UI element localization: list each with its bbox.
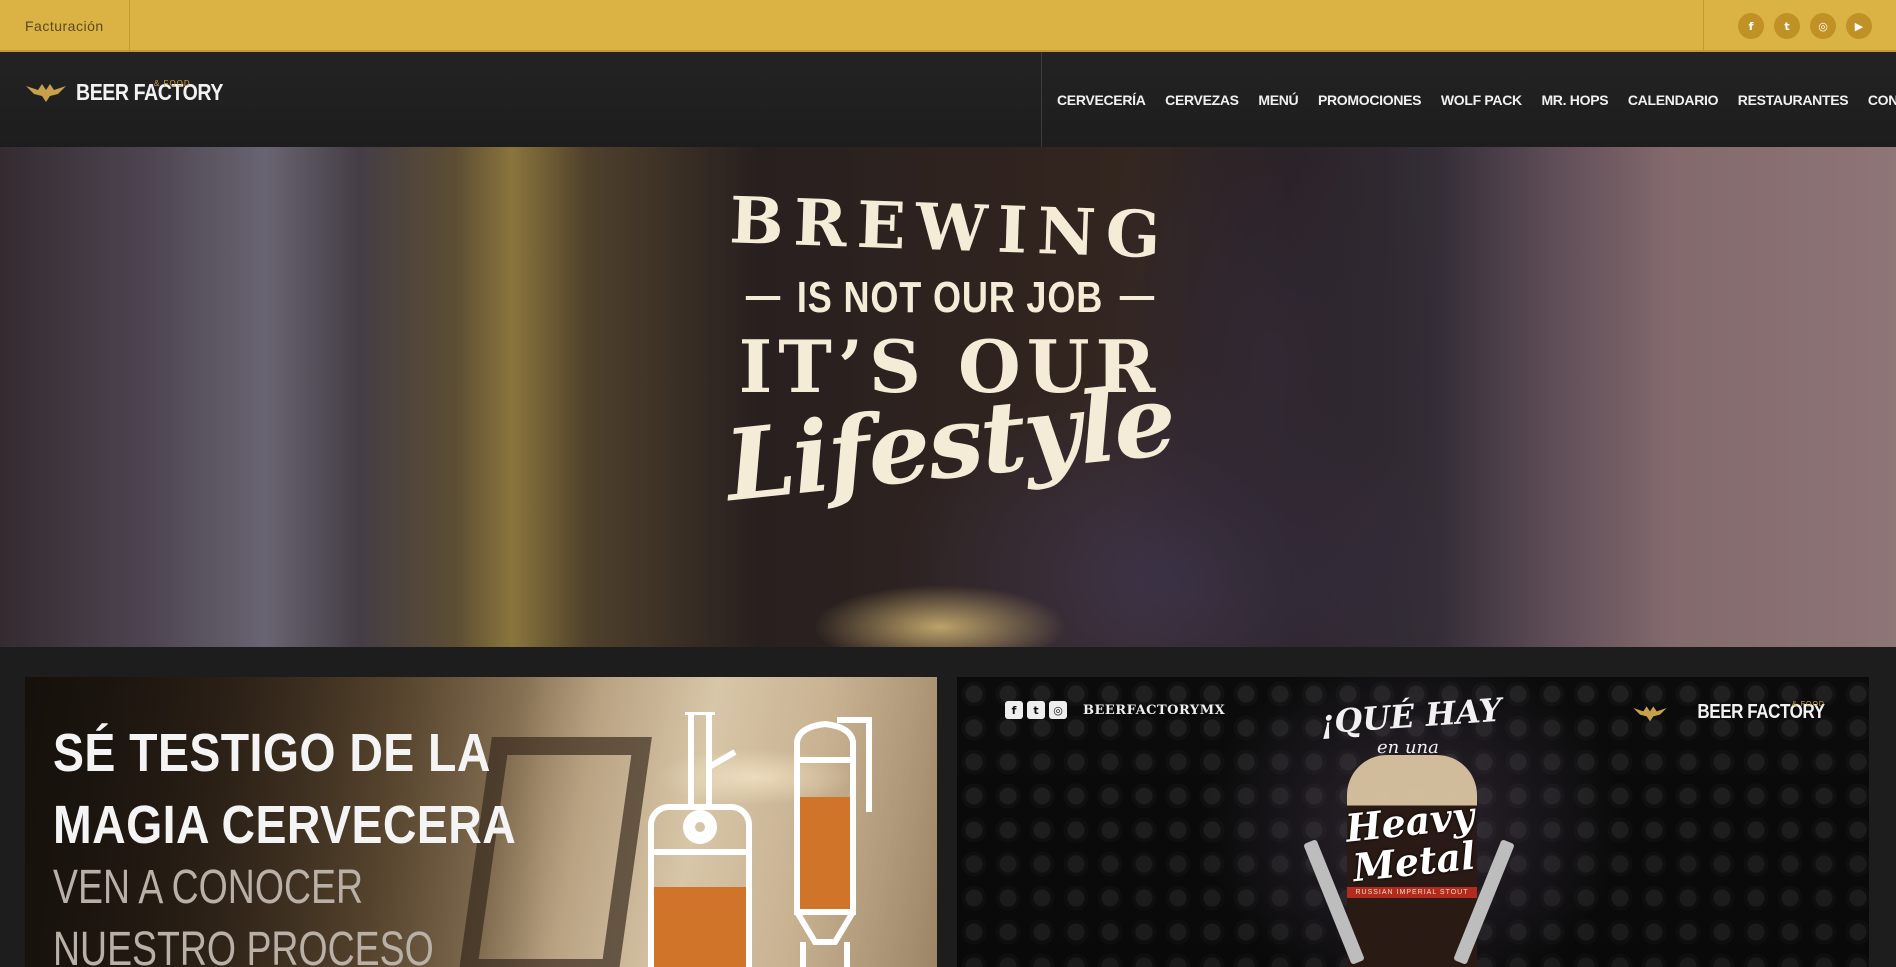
main-header: BEER FACTORY & FOOD CERVECERÍA CERVEZAS … [0,52,1896,147]
hero-line-job-text: IS NOT OUR JOB [796,273,1104,322]
facebook-icon: f [1005,701,1023,719]
instagram-icon: ◎ [1049,701,1067,719]
facturacion-link[interactable]: Facturación [0,0,130,52]
promo-card-title: SÉ TESTIGO DE LA MAGIA CERVECERA [53,717,516,861]
eagle-logo-icon [1633,705,1668,721]
nav-item-menu[interactable]: MENÚ [1258,92,1298,108]
nav-item-restaurantes[interactable]: RESTAURANTES [1738,92,1849,108]
logo-subtext: & FOOD [154,79,191,88]
youtube-icon[interactable]: ▶ [1846,13,1872,39]
nav-item-cervezas[interactable]: CERVEZAS [1165,92,1239,108]
logo-text: BEER FACTORY [76,78,223,105]
nav-item-promociones[interactable]: PROMOCIONES [1318,92,1422,108]
promo-section: SÉ TESTIGO DE LA MAGIA CERVECERA VEN A C… [0,647,1896,967]
promo-card-sub-line2: NUESTRO PROCESO [53,923,434,967]
site-logo[interactable]: BEER FACTORY [24,80,249,104]
nav-divider [1041,52,1042,147]
promo-card-title-line2: MAGIA CERVECERA [53,795,517,855]
promo-card-heavy-metal[interactable]: f t ◎ BEERFACTORYMX BEER FACTORY & FOOD … [957,677,1869,967]
nav-item-calendario[interactable]: CALENDARIO [1628,92,1719,108]
nav-item-contacto[interactable]: CONTACTO [1868,92,1896,108]
social-handle: BEERFACTORYMX [1083,703,1226,718]
hero-slogan: BREWING IS NOT OUR JOB IT’S OUR Lifestyl… [660,183,1240,524]
facebook-icon[interactable]: f [1738,13,1764,39]
promo-card-subtitle: VEN A CONOCER NUESTRO PROCESO [53,857,434,967]
nav-item-wolf-pack[interactable]: WOLF PACK [1441,92,1522,108]
hero-line-brewing: BREWING [728,183,1172,274]
promo-card-brewery-tour[interactable]: SÉ TESTIGO DE LA MAGIA CERVECERA VEN A C… [25,677,937,967]
eagle-logo-icon [26,84,66,102]
instagram-icon[interactable]: ◎ [1810,13,1836,39]
twitter-icon: t [1027,701,1045,719]
nav-item-cerveceria[interactable]: CERVECERÍA [1057,92,1146,108]
top-bar: Facturación f t ◎ ▶ [0,0,1896,52]
social-links: f t ◎ ▶ [1703,0,1896,52]
main-nav: CERVECERÍA CERVEZAS MENÚ PROMOCIONES WOL… [1057,52,1896,147]
beer-name: Heavy Metal [1323,793,1500,891]
brewing-tanks-illustration [648,712,872,967]
twitter-icon[interactable]: t [1774,13,1800,39]
dash-left [746,296,781,300]
hero-line-job: IS NOT OUR JOB [712,273,1188,323]
hero-banner: BREWING IS NOT OUR JOB IT’S OUR Lifestyl… [0,147,1896,647]
nav-item-mr-hops[interactable]: MR. HOPS [1541,92,1608,108]
beer-style-label: RUSSIAN IMPERIAL STOUT [1347,887,1477,898]
card-social-icons: f t ◎ [1005,701,1067,719]
fermenter-fill [800,797,850,909]
card-logo-subtext: & FOOD [1792,701,1825,708]
card-subheadline: en una [1377,737,1439,758]
brew-kettle-fill [654,887,746,967]
dash-right [1119,296,1154,300]
promo-card-title-line1: SÉ TESTIGO DE LA [53,723,491,783]
promo-card-sub-line1: VEN A CONOCER [53,861,364,914]
